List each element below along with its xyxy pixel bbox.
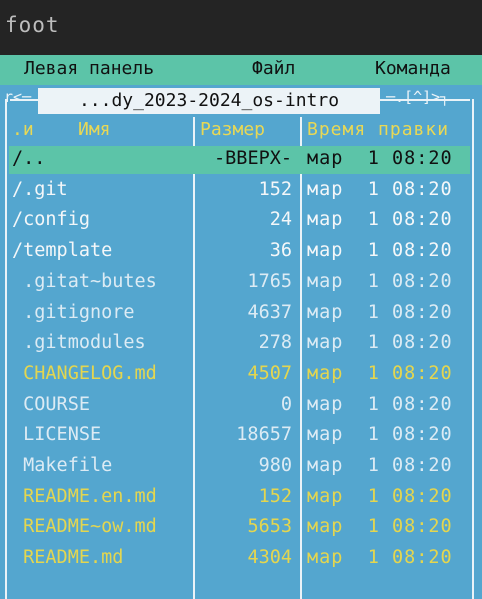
menu-file[interactable]: Файл <box>252 58 295 79</box>
file-mtime: мар 1 08:20 <box>307 209 453 231</box>
file-name: /template <box>12 240 113 262</box>
file-mtime: мар 1 08:20 <box>307 332 453 354</box>
file-row[interactable]: /config 24 мар 1 08:20 <box>0 206 482 235</box>
file-size: 18657 <box>236 424 292 446</box>
file-name: README~ow.md <box>12 516 157 538</box>
file-row[interactable]: .gitignore 4637 мар 1 08:20 <box>0 299 482 328</box>
file-size: 152 <box>258 178 292 200</box>
file-row[interactable]: /.. -ВВЕРХ-мар 1 08:20 <box>0 145 482 174</box>
file-size: 36 <box>269 240 292 262</box>
file-mtime: мар 1 08:20 <box>307 547 453 569</box>
window-titlebar: foot <box>0 0 482 55</box>
file-name: .gitignore <box>12 301 135 323</box>
file-name: COURSE <box>12 393 90 415</box>
file-row[interactable]: .gitat~butes 1765 мар 1 08:20 <box>0 268 482 297</box>
window-title: foot <box>5 13 60 37</box>
file-size: 4507 <box>247 362 292 384</box>
file-row[interactable]: CHANGELOG.md 4507 мар 1 08:20 <box>0 360 482 389</box>
file-size: 24 <box>269 209 292 231</box>
file-name: Makefile <box>12 455 113 476</box>
file-name: .gitmodules <box>12 332 146 354</box>
file-row[interactable]: /.git 152 мар 1 08:20 <box>0 176 482 205</box>
file-row[interactable]: COURSE 0 мар 1 08:20 <box>0 391 482 420</box>
file-mtime: мар 1 08:20 <box>307 178 453 200</box>
header-name[interactable]: Имя <box>78 119 111 140</box>
file-mtime: мар 1 08:20 <box>307 424 453 446</box>
file-row[interactable]: README.md 4304 мар 1 08:20 <box>0 544 482 573</box>
file-size: 1765 <box>247 270 292 292</box>
file-mtime: мар 1 08:20 <box>307 148 453 169</box>
menu-command[interactable]: Команда <box>375 58 451 79</box>
file-name: LICENSE <box>12 424 102 446</box>
file-size: 5653 <box>247 516 292 538</box>
file-size: 4637 <box>247 301 292 323</box>
file-row[interactable]: README.en.md 152 мар 1 08:20 <box>0 483 482 512</box>
file-row[interactable]: README~ow.md 5653 мар 1 08:20 <box>0 513 482 542</box>
file-size: 0 <box>280 393 292 415</box>
file-name: /.. <box>12 148 46 169</box>
file-name: .gitat~butes <box>12 270 157 292</box>
file-name: CHANGELOG.md <box>12 362 157 384</box>
file-mtime: мар 1 08:20 <box>307 301 453 323</box>
file-size: 980 <box>258 455 292 476</box>
file-name: README.en.md <box>12 485 157 507</box>
current-path[interactable]: ...dy_2023-2024_os-intro <box>38 88 380 114</box>
file-size: -ВВЕРХ- <box>214 148 292 169</box>
file-size: 4304 <box>247 547 292 569</box>
file-row[interactable]: .gitmodules 278 мар 1 08:20 <box>0 329 482 358</box>
file-row[interactable]: LICENSE 18657 мар 1 08:20 <box>0 421 482 450</box>
menu-left-panel[interactable]: Левая панель <box>24 58 154 79</box>
header-size[interactable]: Размер <box>200 119 265 140</box>
file-mtime: мар 1 08:20 <box>307 240 453 262</box>
file-name: README.md <box>12 547 124 569</box>
file-mtime: мар 1 08:20 <box>307 362 453 384</box>
sort-indicator[interactable]: .и <box>12 119 34 140</box>
header-time[interactable]: Время правки <box>307 119 449 140</box>
file-size: 278 <box>258 332 292 354</box>
file-size: 152 <box>258 485 292 507</box>
file-mtime: мар 1 08:20 <box>307 485 453 507</box>
file-mtime: мар 1 08:20 <box>307 393 453 415</box>
menu-bar: Левая панель Файл Команда <box>0 55 482 85</box>
file-name: /.git <box>12 178 68 200</box>
file-mtime: мар 1 08:20 <box>307 455 453 476</box>
file-name: /config <box>12 209 90 231</box>
panel-corner-left: r<─ <box>4 88 32 106</box>
panel-corner-right[interactable]: ─.[^]>┐ <box>386 88 449 106</box>
file-mtime: мар 1 08:20 <box>307 270 453 292</box>
file-row[interactable]: Makefile 980 мар 1 08:20 <box>0 452 482 481</box>
file-mtime: мар 1 08:20 <box>307 516 453 538</box>
file-row[interactable]: /template 36 мар 1 08:20 <box>0 237 482 266</box>
